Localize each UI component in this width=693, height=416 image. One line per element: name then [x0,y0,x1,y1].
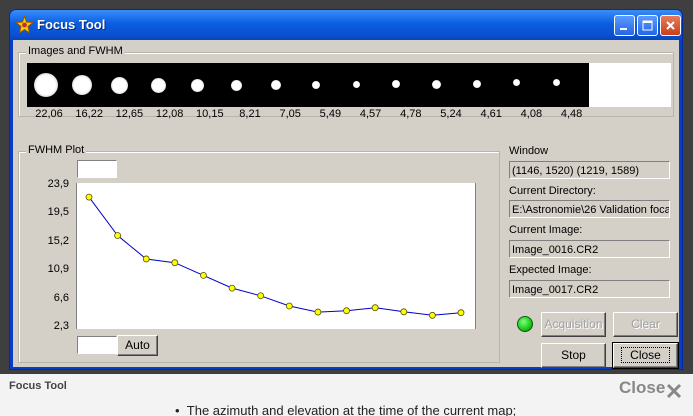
fwhm-data-point [257,292,265,300]
star-thumb [513,79,520,86]
star-thumb [72,75,92,95]
star-gear-icon [16,16,33,33]
current-directory-value: E:\Astronomie\26 Validation foca [509,200,670,218]
y-tick-label: 2,3 [53,320,69,332]
fwhm-data-point [400,308,408,316]
fwhm-value-label: 10,15 [196,108,224,120]
fwhm-data-point [314,308,322,316]
fwhm-value-label: 4,61 [480,108,502,120]
fwhm-value-label: 7,05 [279,108,301,120]
star-thumb [553,79,560,86]
title-bar[interactable]: Focus Tool [10,10,682,40]
acquisition-button[interactable]: Acquisition [541,312,606,337]
lightbox-close-link[interactable]: Close [619,378,665,398]
lightbox-caption: Focus Tool [9,380,67,392]
fwhm-value-label: 22,06 [35,108,63,120]
fwhm-data-point [142,255,150,263]
maximize-button[interactable] [637,15,658,36]
fwhm-value-label: 12,65 [115,108,144,120]
fwhm-value-label: 8,21 [239,108,261,120]
close-button-label: Close [621,347,670,363]
fwhm-value-label: 4,57 [359,108,382,120]
screen: Focus Tool Images and FWHM 22,06 16,22 1… [0,0,693,416]
fwhm-value-label: 12,08 [155,108,184,120]
y-tick-label: 10,9 [47,263,69,276]
star-thumb [473,80,481,88]
page-bullet-text: • The azimuth and elevation at the time … [175,403,517,416]
window-title: Focus Tool [37,17,106,32]
fwhm-data-point [85,193,93,201]
current-image-label: Current Image: [509,224,583,236]
y-tick-label: 19,5 [47,206,69,219]
auto-button[interactable]: Auto [117,335,158,356]
fwhm-data-point [200,271,207,279]
star-thumb [111,77,128,94]
fwhm-value-label: 5,49 [319,108,342,120]
plot-max-input[interactable] [77,160,117,178]
fwhm-data-point [171,259,179,267]
minimize-icon [620,28,627,30]
window-client: Images and FWHM 22,06 16,22 12,65 12,08 10,1… [13,40,679,369]
fwhm-data-point [228,284,236,292]
status-led [517,316,533,332]
lightbox-footer: Focus Tool Close [0,374,693,402]
fwhm-chart [85,193,465,319]
page-bullet-text-content: The azimuth and elevation at the time of… [186,403,517,416]
star-thumb [231,80,242,91]
window-label: Window [509,145,549,157]
maximize-icon [642,20,653,31]
y-tick-label: 23,9 [47,178,69,190]
minimize-button[interactable] [614,15,635,36]
star-thumb [353,81,360,88]
star-thumb [34,73,58,97]
fwhm-data-point [457,309,465,317]
current-image-value: Image_0016.CR2 [509,240,670,258]
fwhm-data-point [114,232,122,239]
expected-image-label: Expected Image: [509,264,592,276]
fwhm-plot-label: FWHM Plot [26,144,87,156]
close-icon [666,21,675,30]
star-thumb [312,81,320,89]
window-value: (1146, 1520) (1219, 1589) [509,161,670,179]
fwhm-data-point [371,304,379,312]
fwhm-data-point [428,311,436,319]
close-button[interactable]: Close [612,342,679,369]
images-group-label: Images and FWHM [26,45,125,57]
stop-button[interactable]: Stop [541,343,606,368]
star-thumb [271,80,281,90]
fwhm-value-label: 5,24 [440,108,462,120]
clear-button[interactable]: Clear [613,312,678,337]
fwhm-data-point [343,307,350,315]
star-thumb [432,80,441,89]
plot-min-input[interactable] [77,336,117,354]
current-directory-label: Current Directory: [509,185,596,197]
star-thumbnails [27,63,671,107]
fwhm-value-label: 16,22 [75,108,103,120]
fwhm-value-label: 4,48 [560,108,583,120]
focus-tool-window: Focus Tool Images and FWHM 22,06 16,22 1… [9,9,683,370]
fwhm-plot-area [76,183,476,329]
star-thumb [392,80,400,88]
page-text-strip: • The azimuth and elevation at the time … [0,402,693,416]
y-tick-label: 15,2 [47,234,69,247]
y-tick-label: 6,6 [53,291,69,304]
fwhm-data-point [285,302,293,310]
fwhm-value-label: 4,08 [520,108,543,120]
empty-thumb-slot [589,63,671,107]
star-thumb [191,79,204,92]
close-window-button[interactable] [660,15,681,36]
star-thumb [151,78,166,93]
fwhm-value-label: 4,78 [400,108,422,120]
close-x-icon[interactable] [665,382,683,400]
expected-image-value: Image_0017.CR2 [509,280,670,298]
